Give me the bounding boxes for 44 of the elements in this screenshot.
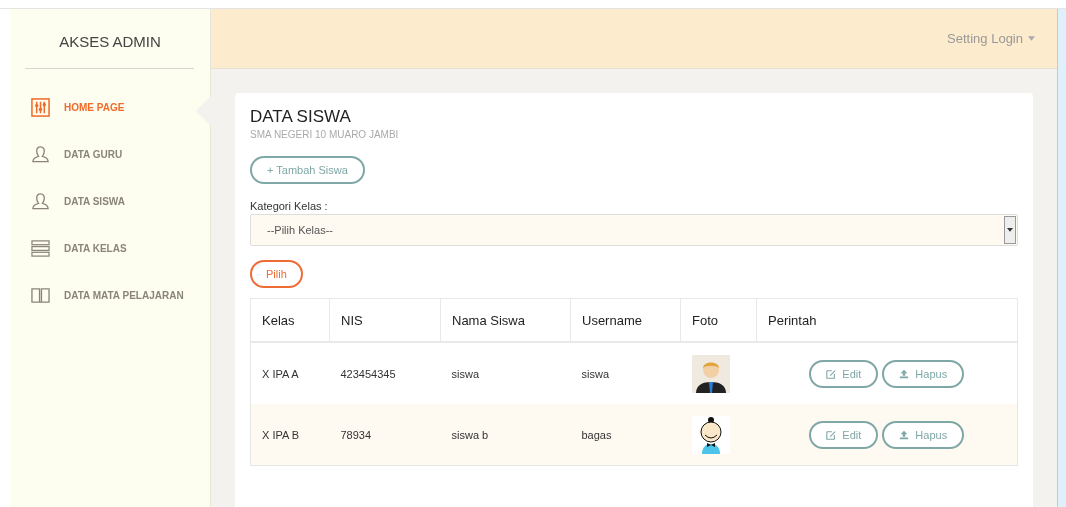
choose-button[interactable]: Pilih: [250, 260, 303, 288]
column-header: Username: [570, 298, 681, 342]
upload-icon: [899, 368, 910, 379]
add-student-button[interactable]: + Tambah Siswa: [250, 156, 365, 184]
scrollbar[interactable]: [1057, 9, 1066, 507]
edit-button[interactable]: Edit: [809, 359, 879, 388]
column-header: Perintah: [756, 298, 1018, 342]
sidebar-title: AKSES ADMIN: [58, 32, 162, 52]
column-header: Nama Siswa: [440, 298, 571, 342]
class-select[interactable]: --Pilih Kelas--: [250, 214, 1018, 246]
upload-icon: [899, 429, 910, 440]
table-cell: siswa: [440, 342, 571, 404]
sidebar-item[interactable]: DATA KELAS: [31, 238, 210, 258]
table-cell: siswa b: [440, 404, 571, 466]
card-title: DATA SISWA: [250, 107, 352, 127]
sidebar-item[interactable]: DATA MATA PELAJARAN: [31, 285, 210, 305]
sidebar-item[interactable]: DATA SISWA: [31, 191, 210, 211]
table-cell: X IPA B: [250, 404, 330, 466]
list-icon: [31, 238, 50, 258]
table-cell: X IPA A: [250, 342, 330, 404]
table-cell: siswa: [570, 342, 681, 404]
sliders-icon: [31, 97, 50, 117]
delete-button[interactable]: Hapus: [882, 359, 965, 388]
filter-label: Kategori Kelas :: [250, 200, 329, 212]
user-icon: [31, 144, 50, 164]
caret-icon: [1028, 36, 1035, 41]
column-header: Foto: [680, 298, 757, 342]
column-header: NIS: [329, 298, 441, 342]
edit-button[interactable]: Edit: [809, 420, 879, 449]
book-icon: [31, 285, 50, 305]
column-header: Kelas: [250, 298, 330, 342]
table-cell: 423454345: [329, 342, 441, 404]
delete-button[interactable]: Hapus: [882, 420, 965, 449]
user-icon: [31, 191, 50, 211]
edit-icon: [826, 368, 837, 379]
card-subtitle: SMA NEGERI 10 MUARO JAMBI: [250, 129, 400, 140]
table-cell: 78934: [329, 404, 441, 466]
man-avatar-drawing: [691, 354, 730, 393]
dropdown-arrow-icon: [1007, 228, 1013, 232]
setting-login-dropdown[interactable]: Setting Login: [947, 31, 1035, 46]
table-cell: bagas: [570, 404, 681, 466]
sidebar-item[interactable]: DATA GURU: [31, 144, 210, 164]
cartoon-avatar-drawing: [691, 415, 730, 454]
edit-icon: [826, 429, 837, 440]
